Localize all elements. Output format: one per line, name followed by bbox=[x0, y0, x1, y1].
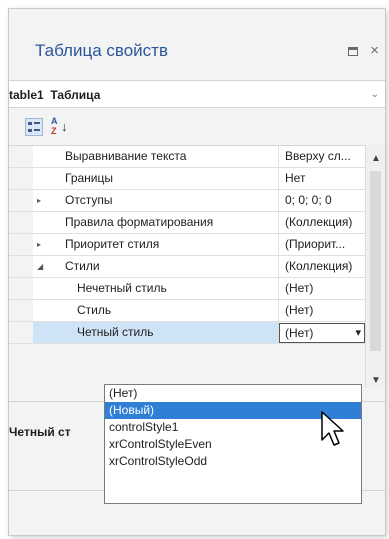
maximize-icon[interactable] bbox=[348, 47, 359, 56]
property-row-text-alignment[interactable]: Выравнивание текста Вверху сл... bbox=[9, 146, 365, 168]
property-name: Правила форматирования bbox=[33, 212, 279, 233]
vertical-scrollbar[interactable]: ▲ ▼ bbox=[365, 145, 385, 388]
property-value[interactable]: (Коллекция) bbox=[279, 256, 365, 277]
property-row-even-style[interactable]: Четный стиль (Нет) ▾ bbox=[9, 322, 365, 344]
row-gutter bbox=[9, 168, 33, 189]
property-row-padding[interactable]: ▸ Отступы 0; 0; 0; 0 bbox=[9, 190, 365, 212]
property-name: Четный стиль bbox=[33, 322, 279, 343]
row-gutter bbox=[9, 190, 33, 211]
chevron-down-icon[interactable]: ▾ bbox=[355, 326, 361, 339]
object-name: table1 bbox=[9, 88, 44, 102]
property-name-text: Стили bbox=[65, 259, 100, 273]
property-value[interactable]: (Нет) bbox=[279, 278, 365, 299]
sort-az-icon[interactable]: A Z ↓ bbox=[51, 116, 71, 138]
expand-icon[interactable]: ▸ bbox=[37, 234, 41, 255]
property-value[interactable]: Нет bbox=[279, 168, 365, 189]
row-gutter bbox=[9, 212, 33, 233]
even-style-combobox[interactable]: (Нет) ▾ bbox=[279, 323, 365, 343]
property-row-odd-style[interactable]: Нечетный стиль (Нет) bbox=[9, 278, 365, 300]
row-gutter bbox=[9, 234, 33, 255]
panel-title: Таблица свойств bbox=[35, 41, 168, 60]
property-name: ▸ Отступы bbox=[33, 190, 279, 211]
toolbar: A Z ↓ bbox=[9, 108, 385, 145]
title-bar: Таблица свойств × bbox=[9, 9, 385, 79]
scroll-down-icon[interactable]: ▼ bbox=[371, 375, 381, 386]
property-name: Стиль bbox=[33, 300, 279, 321]
row-gutter bbox=[9, 278, 33, 299]
property-name-text: Отступы bbox=[65, 193, 113, 207]
dropdown-option[interactable]: (Нет) bbox=[105, 385, 361, 402]
property-name: Нечетный стиль bbox=[33, 278, 279, 299]
property-name: ◢ Стили bbox=[33, 256, 279, 277]
collapse-icon[interactable]: ◢ bbox=[37, 256, 43, 277]
chevron-down-icon[interactable]: ⌄ bbox=[371, 89, 379, 100]
property-row-styles[interactable]: ◢ Стили (Коллекция) bbox=[9, 256, 365, 278]
combobox-value: (Нет) bbox=[285, 326, 314, 340]
mouse-pointer-icon bbox=[321, 411, 344, 446]
property-value[interactable]: (Коллекция) bbox=[279, 212, 365, 233]
categorized-icon[interactable] bbox=[25, 118, 43, 136]
sort-a-letter: A bbox=[51, 116, 58, 126]
window-buttons: × bbox=[348, 43, 379, 59]
row-gutter bbox=[9, 322, 33, 343]
property-grid: Выравнивание текста Вверху сл... Границы… bbox=[9, 145, 365, 344]
object-selector[interactable]: table1 Таблица ⌄ bbox=[9, 80, 385, 108]
scroll-up-icon[interactable]: ▲ bbox=[371, 153, 381, 164]
property-row-style[interactable]: Стиль (Нет) bbox=[9, 300, 365, 322]
description-title: Четный ст bbox=[9, 425, 71, 439]
property-name-text: Приоритет стиля bbox=[65, 237, 160, 251]
property-name: Выравнивание текста bbox=[33, 146, 279, 167]
row-gutter bbox=[9, 256, 33, 277]
property-name: Границы bbox=[33, 168, 279, 189]
close-icon[interactable]: × bbox=[370, 43, 379, 59]
property-row-style-priority[interactable]: ▸ Приоритет стиля (Приорит... bbox=[9, 234, 365, 256]
scroll-thumb[interactable] bbox=[370, 171, 381, 351]
property-value[interactable]: 0; 0; 0; 0 bbox=[279, 190, 365, 211]
property-row-formatting-rules[interactable]: Правила форматирования (Коллекция) bbox=[9, 212, 365, 234]
property-name: ▸ Приоритет стиля bbox=[33, 234, 279, 255]
sort-arrow-icon: ↓ bbox=[61, 119, 68, 134]
row-gutter bbox=[9, 300, 33, 321]
object-selector-label: table1 Таблица bbox=[9, 88, 100, 102]
sort-z-letter: Z bbox=[51, 126, 57, 136]
expand-icon[interactable]: ▸ bbox=[37, 190, 41, 211]
property-value[interactable]: (Приорит... bbox=[279, 234, 365, 255]
property-value[interactable]: (Нет) bbox=[279, 300, 365, 321]
property-row-borders[interactable]: Границы Нет bbox=[9, 168, 365, 190]
row-gutter bbox=[9, 146, 33, 167]
dropdown-option[interactable]: xrControlStyleOdd bbox=[105, 453, 361, 470]
object-type: Таблица bbox=[50, 88, 101, 102]
property-value[interactable]: Вверху сл... bbox=[279, 146, 365, 167]
